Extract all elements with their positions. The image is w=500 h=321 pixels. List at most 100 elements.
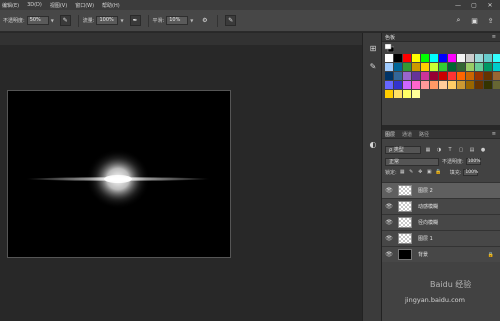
smooth-field[interactable]: 10% (166, 16, 189, 25)
layer-row[interactable]: 👁 图层 1 (382, 230, 500, 246)
color-swatch[interactable] (412, 63, 420, 71)
color-swatch[interactable] (385, 90, 393, 98)
color-swatch[interactable] (439, 81, 447, 89)
color-swatch[interactable] (412, 81, 420, 89)
color-swatch[interactable] (394, 54, 402, 62)
color-swatch[interactable] (394, 72, 402, 80)
tab-swatches[interactable]: 色板 (385, 34, 395, 41)
color-swatch[interactable] (385, 63, 393, 71)
color-swatch[interactable] (475, 63, 483, 71)
color-swatch[interactable] (439, 63, 447, 71)
blend-mode-select[interactable]: 正常 (385, 157, 439, 166)
layer-name[interactable]: 背景 (418, 251, 428, 258)
chevron-down-icon[interactable]: ▼ (51, 18, 54, 23)
menu-help[interactable]: 帮助(H) (102, 2, 120, 9)
image-filter-icon[interactable]: ▦ (424, 146, 432, 154)
color-swatch[interactable] (448, 81, 456, 89)
color-swatch[interactable] (412, 72, 420, 80)
panel-menu-icon[interactable]: ≡ (492, 131, 496, 137)
color-swatch[interactable] (403, 90, 411, 98)
color-swatch[interactable] (466, 81, 474, 89)
menu-window[interactable]: 窗口(W) (75, 2, 94, 9)
color-swatch[interactable] (475, 54, 483, 62)
color-swatch[interactable] (493, 63, 500, 71)
color-swatch[interactable] (394, 81, 402, 89)
layer-kind-select[interactable]: ρ 类型 (385, 145, 421, 154)
history-icon[interactable]: ⊞ (367, 43, 379, 55)
color-swatch[interactable] (412, 54, 420, 62)
minimize-button[interactable]: — (450, 2, 466, 9)
lock-all-icon[interactable]: 🔒 (435, 169, 442, 176)
layer-row[interactable]: 👁 径向模糊 (382, 214, 500, 230)
color-swatch[interactable] (457, 63, 465, 71)
color-swatch[interactable] (457, 54, 465, 62)
color-swatch[interactable] (430, 72, 438, 80)
color-swatch[interactable] (430, 81, 438, 89)
filter-toggle-icon[interactable]: ● (479, 146, 487, 154)
flow-field[interactable]: 100% (96, 16, 119, 25)
color-swatch[interactable] (484, 54, 492, 62)
adjustments-icon[interactable]: ◐ (367, 139, 379, 151)
layer-name[interactable]: 径向模糊 (418, 219, 438, 226)
lock-pixels-icon[interactable]: ✎ (408, 169, 415, 176)
layer-row[interactable]: 👁 背景 🔒 (382, 246, 500, 262)
menu-3d[interactable]: 3D(D) (27, 2, 42, 8)
gear-icon[interactable]: ⚙ (199, 15, 210, 26)
layer-name[interactable]: 动感模糊 (418, 203, 438, 210)
close-button[interactable]: ✕ (482, 2, 498, 9)
layer-name[interactable]: 图层 2 (418, 187, 433, 194)
color-swatch[interactable] (394, 63, 402, 71)
airbrush-icon[interactable]: ✒ (129, 15, 141, 26)
color-swatch[interactable] (385, 54, 393, 62)
share-icon[interactable]: ⇪ (485, 15, 496, 26)
color-swatch[interactable] (493, 54, 500, 62)
color-swatch[interactable] (394, 90, 402, 98)
layer-row[interactable]: 👁 动感模糊 (382, 198, 500, 214)
search-icon[interactable]: ⌕ (453, 15, 464, 26)
tab-layers[interactable]: 图层 (385, 131, 395, 138)
color-swatch[interactable] (466, 54, 474, 62)
color-swatch[interactable] (448, 63, 456, 71)
workspace-icon[interactable]: ▣ (469, 15, 480, 26)
eye-icon[interactable]: 👁 (384, 187, 394, 194)
color-swatch[interactable] (421, 81, 429, 89)
color-swatch[interactable] (403, 63, 411, 71)
layer-name[interactable]: 图层 1 (418, 235, 433, 242)
color-swatch[interactable] (439, 54, 447, 62)
color-swatch[interactable] (466, 72, 474, 80)
pressure-opacity-icon[interactable]: ✎ (59, 15, 71, 26)
color-swatch[interactable] (403, 54, 411, 62)
panel-menu-icon[interactable]: ≡ (492, 34, 496, 40)
layer-row[interactable]: 👁 图层 2 (382, 182, 500, 198)
color-swatch[interactable] (457, 72, 465, 80)
color-swatch[interactable] (457, 81, 465, 89)
color-swatch[interactable] (475, 72, 483, 80)
menu-edit[interactable]: 编辑(E) (2, 2, 19, 9)
color-swatch[interactable] (448, 72, 456, 80)
color-swatch[interactable] (493, 72, 500, 80)
lock-transparent-icon[interactable]: ▦ (399, 169, 406, 176)
color-swatch[interactable] (403, 81, 411, 89)
opacity-field[interactable]: 50% (26, 16, 49, 25)
document-canvas[interactable] (7, 90, 231, 258)
fill-field[interactable]: 100% (463, 169, 479, 176)
color-swatch[interactable] (385, 81, 393, 89)
color-swatch[interactable] (412, 90, 420, 98)
tab-paths[interactable]: 路径 (419, 131, 429, 138)
color-swatch[interactable] (466, 63, 474, 71)
menu-view[interactable]: 视图(V) (50, 2, 67, 9)
color-swatch[interactable] (403, 72, 411, 80)
chevron-down-icon[interactable]: ▼ (190, 18, 193, 23)
properties-icon[interactable]: ✎ (367, 61, 379, 73)
maximize-button[interactable]: ▢ (466, 2, 482, 9)
color-swatch[interactable] (385, 72, 393, 80)
lock-artboard-icon[interactable]: ▣ (426, 169, 433, 176)
color-swatch[interactable] (448, 54, 456, 62)
color-swatch[interactable] (493, 81, 500, 89)
smart-object-filter-icon[interactable]: ▤ (468, 146, 476, 154)
eye-icon[interactable]: 👁 (384, 203, 394, 210)
color-swatch[interactable] (430, 54, 438, 62)
color-swatch[interactable] (484, 81, 492, 89)
color-swatch[interactable] (421, 63, 429, 71)
tab-channels[interactable]: 通道 (402, 131, 412, 138)
